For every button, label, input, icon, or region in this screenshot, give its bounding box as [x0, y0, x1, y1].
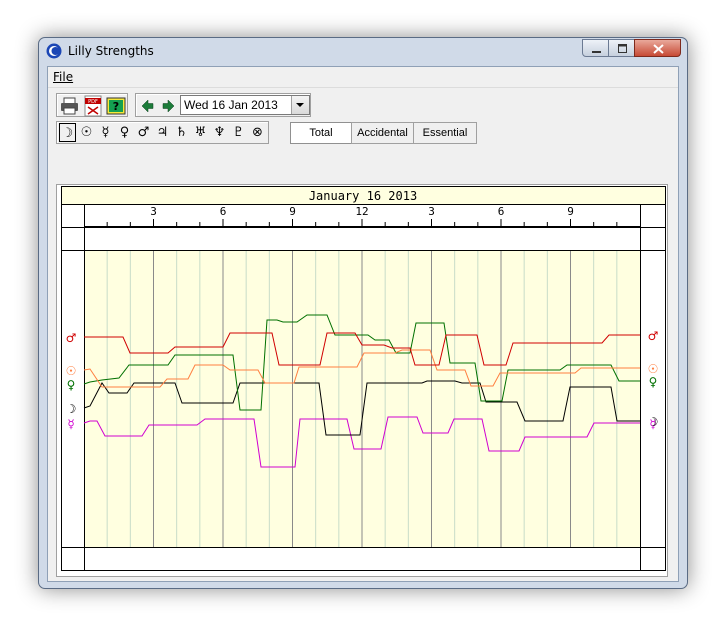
next-day-button[interactable]	[158, 95, 178, 117]
hour-label: 3	[428, 205, 435, 218]
maximize-icon	[618, 44, 627, 53]
tab-essential[interactable]: Essential	[413, 122, 477, 144]
help-button[interactable]: ?	[105, 95, 127, 117]
menu-bar: File	[48, 67, 678, 88]
pdf-button[interactable]: PDF	[82, 95, 104, 117]
toolbar-actions: PDF ?	[56, 93, 128, 117]
planet-button-fortune[interactable]: ⊗	[249, 123, 266, 142]
series-glyph-left-mercury: ☿	[67, 417, 74, 431]
planet-button-venus[interactable]: ♀	[116, 123, 133, 142]
series-glyph-right-sun: ☉	[648, 362, 659, 376]
pdf-export-icon: PDF	[84, 95, 102, 117]
tab-accidental[interactable]: Accidental	[351, 122, 414, 144]
app-icon	[46, 43, 62, 59]
series-glyph-right-venus: ♀	[649, 375, 658, 389]
planet-toolbar: ☽ ☉ ☿ ♀ ♂ ♃ ♄ ♅ ♆ ♇ ⊗	[56, 121, 269, 144]
planet-button-jupiter[interactable]: ♃	[154, 123, 171, 142]
tab-total[interactable]: Total	[290, 122, 352, 144]
minimize-button[interactable]	[582, 39, 609, 57]
arrow-left-icon	[141, 99, 154, 113]
window-title: Lilly Strengths	[68, 44, 154, 58]
series-glyph-right-moon: ☽	[648, 415, 659, 429]
date-select[interactable]: Wed 16 Jan 2013	[180, 95, 310, 115]
planet-button-saturn[interactable]: ♄	[173, 123, 190, 142]
date-value: Wed 16 Jan 2013	[184, 98, 278, 112]
help-icon: ?	[106, 97, 126, 115]
planet-button-mercury[interactable]: ☿	[97, 123, 114, 142]
client-area: File PDF ? Wed 16 Jan 2013 ☽ ☉ ☿ ♀ ♂ ♃ ♄…	[47, 66, 679, 582]
hour-label: 6	[498, 205, 505, 218]
strength-chart-panel: January 16 2013 3 6 9 12 3 6 9 ☿ ☿ ☽ ☽ ♀ ♀ ☉ ☉ ♂ ♂	[56, 184, 668, 577]
series-glyph-left-mars: ♂	[66, 331, 77, 345]
hour-label: 12	[355, 205, 368, 218]
series-glyph-left-moon: ☽	[66, 402, 77, 416]
planet-button-uranus[interactable]: ♅	[192, 123, 209, 142]
series-glyph-left-sun: ☉	[66, 364, 77, 378]
hour-label: 9	[289, 205, 296, 218]
series-glyph-right-mars: ♂	[648, 329, 659, 343]
menu-file[interactable]: File	[53, 70, 73, 84]
planet-button-sun[interactable]: ☉	[78, 123, 95, 142]
close-button[interactable]	[634, 39, 681, 57]
planet-button-neptune[interactable]: ♆	[211, 123, 228, 142]
previous-day-button[interactable]	[137, 95, 157, 117]
planet-button-mars[interactable]: ♂	[135, 123, 152, 142]
hour-label: 9	[567, 205, 574, 218]
series-glyph-left-venus: ♀	[67, 378, 76, 392]
date-dropdown-button[interactable]	[291, 96, 309, 114]
minimize-icon	[592, 51, 601, 53]
planet-button-pluto[interactable]: ♇	[230, 123, 247, 142]
title-bar[interactable]: Lilly Strengths	[39, 38, 687, 65]
chart-title: January 16 2013	[309, 189, 417, 203]
print-button[interactable]	[59, 95, 81, 117]
strength-chart: January 16 20133 6 9 12 3 6 9☿ ☿☽☽♀ ♀☉ ☉♂ ♂	[61, 186, 666, 571]
planet-button-moon[interactable]: ☽	[59, 123, 76, 142]
maximize-button[interactable]	[608, 39, 635, 57]
hour-label: 3	[150, 205, 157, 218]
hour-label: 6	[220, 205, 227, 218]
svg-text:?: ?	[113, 100, 119, 113]
arrow-right-icon	[162, 99, 175, 113]
app-window: Lilly Strengths File PDF ? Wed 16 Jan 20…	[38, 37, 688, 589]
svg-text:PDF: PDF	[88, 99, 98, 105]
close-icon	[653, 44, 664, 54]
chevron-down-icon	[296, 103, 304, 107]
printer-icon	[61, 97, 78, 115]
